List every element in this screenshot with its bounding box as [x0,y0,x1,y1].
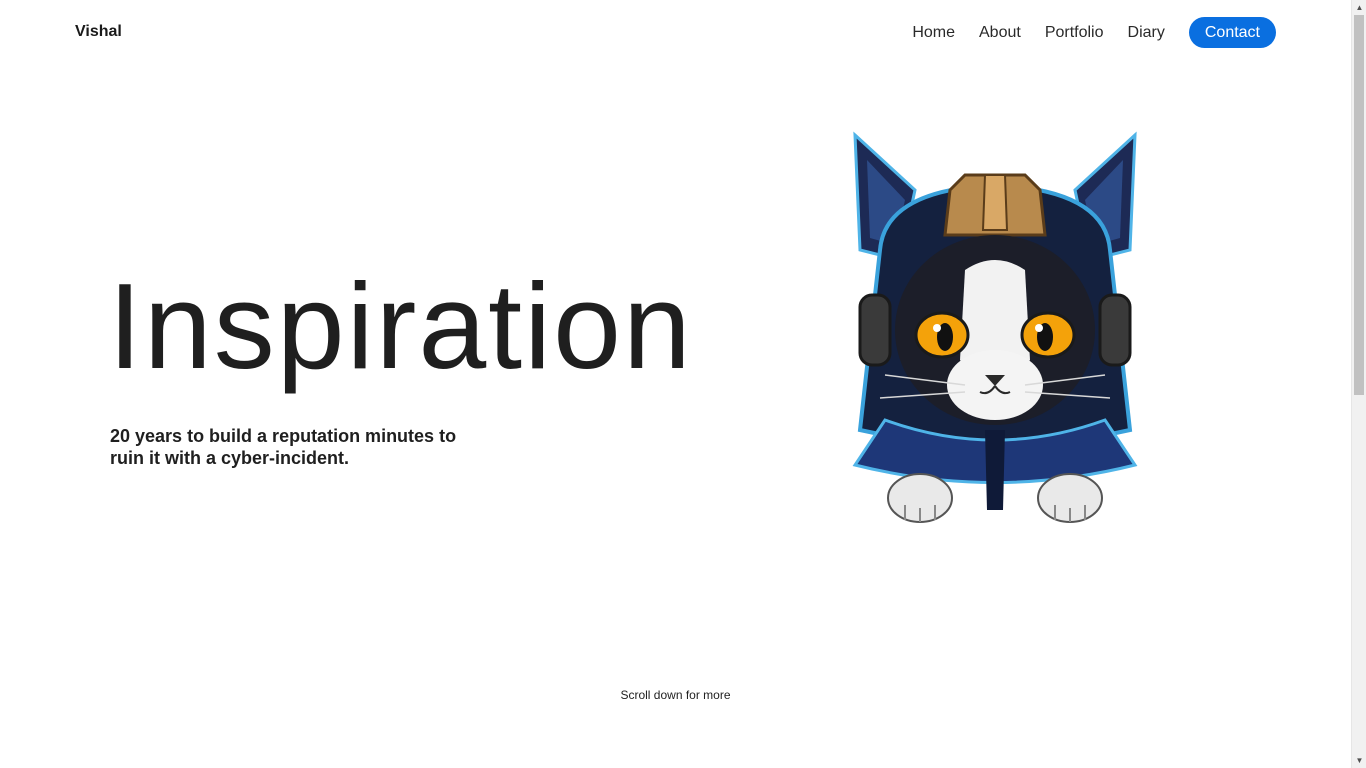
navbar: Vishal Home About Portfolio Diary Contac… [0,0,1351,64]
hero-subtitle: 20 years to build a reputation minutes t… [110,426,457,468]
nav-link-portfolio[interactable]: Portfolio [1045,18,1104,48]
page: Vishal Home About Portfolio Diary Contac… [0,0,1351,768]
hero-title: Inspiration [108,258,693,394]
contact-button[interactable]: Contact [1188,17,1276,48]
scroll-hint: Scroll down for more [620,688,731,702]
page-scrollbar[interactable]: ▲ ▼ [1351,0,1366,768]
nav-links: Home About Portfolio Diary Contact [912,17,1276,48]
nav-link-about[interactable]: About [979,18,1021,48]
nav-link-diary[interactable]: Diary [1128,18,1165,48]
scroll-up-icon[interactable]: ▲ [1352,0,1366,15]
nav-link-home[interactable]: Home [912,18,955,48]
scroll-down-icon[interactable]: ▼ [1352,753,1366,768]
cyber-cat-illustration-icon [852,131,1138,523]
brand-logo[interactable]: Vishal [75,22,122,42]
scrollbar-thumb[interactable] [1354,15,1364,395]
